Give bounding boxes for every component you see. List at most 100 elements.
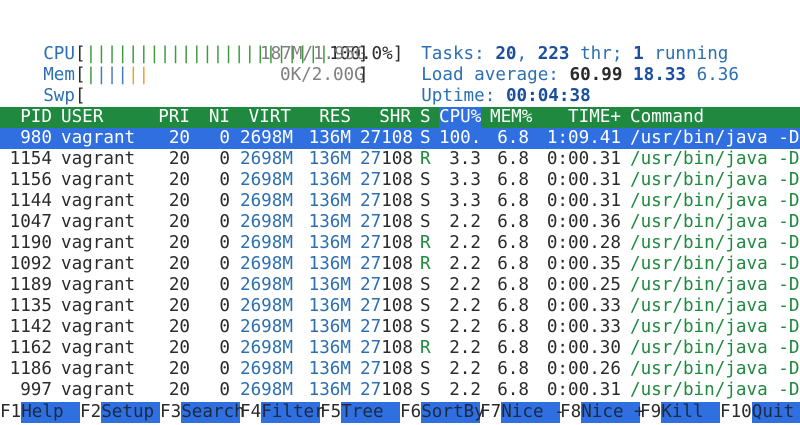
cell-ni: 0 xyxy=(219,359,230,379)
function-key-f1: F1 xyxy=(0,402,22,422)
swap-meter-open-bracket: [ xyxy=(74,86,86,106)
function-key-f6: F6 xyxy=(400,402,422,422)
cell-shr: 27108 xyxy=(360,233,413,253)
cell-virt: 2698M xyxy=(240,317,293,337)
cpu-meter: CPU[|||||||||||||||||||||||100.0%] xyxy=(22,23,403,64)
cell-command: /usr/bin/java -Dj xyxy=(630,296,800,316)
cell-state: S xyxy=(420,191,431,211)
cell-mem: 6.8 xyxy=(497,317,529,337)
cell-pid: 1154 xyxy=(9,149,52,169)
cell-time: 0:00.33 xyxy=(546,296,621,316)
cell-command: /usr/bin/java -Dj xyxy=(630,359,800,379)
swap-meter: Swp[ 0K/2.00G ] xyxy=(22,65,369,106)
function-key-f8: F8 xyxy=(560,402,582,422)
cell-state: S xyxy=(420,275,431,295)
function-search-button[interactable]: Search xyxy=(181,402,245,423)
table-row[interactable]: 1162 vagrant 20 0 2698M 136M 2.2 6.8 0:00.30/usr… xyxy=(0,338,800,359)
cell-pri: 20 xyxy=(168,275,190,295)
cell-pid: 1162 xyxy=(9,338,52,358)
cell-pri: 20 xyxy=(168,170,190,190)
function-key-f9: F9 xyxy=(640,402,662,422)
cell-user: vagrant xyxy=(61,191,136,211)
cell-command: /usr/bin/java -Dj xyxy=(630,170,800,190)
cell-mem: 6.8 xyxy=(497,170,529,190)
cell-ni: 0 xyxy=(219,317,230,337)
cell-shr: 27108 xyxy=(360,317,413,337)
column-header-pri[interactable]: PRI xyxy=(150,107,190,128)
function-quit-button[interactable]: Quit xyxy=(751,402,800,423)
cell-pid: 1142 xyxy=(9,317,52,337)
function-setup-button[interactable]: Setup xyxy=(101,402,160,423)
column-header-mem[interactable]: MEM% xyxy=(490,107,532,128)
table-row-selected[interactable]: 980 vagrant 20 0 2698M 136M 100. 6.8 1:09.41/usr… xyxy=(0,128,800,149)
cell-mem: 6.8 xyxy=(497,359,529,379)
function-nice-button[interactable]: Nice - xyxy=(501,402,565,423)
column-header-time[interactable]: TIME+ xyxy=(540,107,621,128)
cell-shr: 27108 xyxy=(360,296,413,316)
cell-shr: 27108 xyxy=(360,380,413,400)
table-row[interactable]: 1154 vagrant 20 0 2698M 136M 3.3 6.8 0:00.31/usr… xyxy=(0,149,800,170)
table-row[interactable]: 997 vagrant 20 0 2698M 136M 2.2 6.8 0:00.31/usr/… xyxy=(0,380,800,401)
column-header-command[interactable]: Command xyxy=(630,107,704,128)
cell-pri: 20 xyxy=(168,317,190,337)
column-header-user[interactable]: USER xyxy=(61,107,103,128)
column-header-shr[interactable]: SHR xyxy=(360,107,411,128)
cell-user: vagrant xyxy=(61,233,136,253)
cell-time: 0:00.28 xyxy=(546,233,621,253)
table-row[interactable]: 1189 vagrant 20 0 2698M 136M 2.2 6.8 0:00.25/usr… xyxy=(0,275,800,296)
cell-command: /usr/bin/java -Dj xyxy=(630,233,800,253)
function-key-bar: F1 Help F2 Setup F3 Search F4 Filter F5 Tree F6 Sor… xyxy=(0,402,800,425)
cell-state: S xyxy=(420,380,431,400)
cell-virt: 2698M xyxy=(240,170,293,190)
swap-meter-close-bracket: ] xyxy=(358,65,369,85)
function-sortby-button[interactable]: SortBy xyxy=(421,402,485,423)
table-row[interactable]: 1047 vagrant 20 0 2698M 136M 2.2 6.8 0:00.36/usr… xyxy=(0,212,800,233)
cell-virt: 2698M xyxy=(240,191,293,211)
cell-virt: 2698M xyxy=(240,275,293,295)
tasks-summary: Tasks: 20, 223 thr; 1 running xyxy=(400,23,728,64)
cell-user: vagrant xyxy=(61,380,136,400)
table-row[interactable]: 1156 vagrant 20 0 2698M 136M 3.3 6.8 0:00.31/usr… xyxy=(0,170,800,191)
cell-pri: 20 xyxy=(168,212,190,232)
column-header-pid[interactable]: PID xyxy=(0,107,52,128)
cell-pri: 20 xyxy=(168,149,190,169)
function-help-button[interactable]: Help xyxy=(21,402,80,423)
column-header-res[interactable]: RES xyxy=(300,107,351,128)
cell-res: 136M xyxy=(308,128,351,148)
table-row[interactable]: 1092 vagrant 20 0 2698M 136M 2.2 6.8 0:00.35/usr… xyxy=(0,254,800,275)
cell-virt: 2698M xyxy=(240,233,293,253)
cell-res: 136M xyxy=(308,254,351,274)
table-row[interactable]: 1142 vagrant 20 0 2698M 136M 2.2 6.8 0:00.33/usr… xyxy=(0,317,800,338)
cell-state: S xyxy=(420,212,431,232)
function-kill-button[interactable]: Kill xyxy=(661,402,720,423)
cell-ni: 0 xyxy=(219,338,230,358)
cell-mem: 6.8 xyxy=(497,128,529,148)
function-filter-button[interactable]: Filter xyxy=(261,402,325,423)
cell-pid: 1186 xyxy=(9,359,52,379)
cell-time: 1:09.41 xyxy=(546,128,621,148)
cell-pri: 20 xyxy=(168,254,190,274)
column-header-virt[interactable]: VIRT xyxy=(240,107,291,128)
cell-cpu: 100. xyxy=(439,128,482,148)
cell-mem: 6.8 xyxy=(497,149,529,169)
table-row[interactable]: 1186 vagrant 20 0 2698M 136M 2.2 6.8 0:00.26/usr… xyxy=(0,359,800,380)
column-header-state[interactable]: S xyxy=(420,107,431,128)
cell-res: 136M xyxy=(308,170,351,190)
cell-res: 136M xyxy=(308,191,351,211)
cell-time: 0:00.25 xyxy=(546,275,621,295)
function-key-f4: F4 xyxy=(240,402,262,422)
column-header-ni[interactable]: NI xyxy=(200,107,230,128)
cell-command: /usr/bin/java -Dj xyxy=(630,128,800,148)
function-tree-button[interactable]: Tree xyxy=(341,402,400,423)
cell-user: vagrant xyxy=(61,254,136,274)
function-nice-button[interactable]: Nice + xyxy=(581,402,645,423)
cell-cpu: 2.2 xyxy=(449,359,481,379)
column-header-cpu-sorted[interactable]: CPU% xyxy=(439,107,481,128)
cell-shr: 27108 xyxy=(360,212,413,232)
table-row[interactable]: 1144 vagrant 20 0 2698M 136M 3.3 6.8 0:00.31/usr… xyxy=(0,191,800,212)
cell-mem: 6.8 xyxy=(497,233,529,253)
cell-res: 136M xyxy=(308,233,351,253)
table-row[interactable]: 1190 vagrant 20 0 2698M 136M 2.2 6.8 0:00.28/usr… xyxy=(0,233,800,254)
table-row[interactable]: 1135 vagrant 20 0 2698M 136M 2.2 6.8 0:00.33/usr… xyxy=(0,296,800,317)
cell-pri: 20 xyxy=(168,338,190,358)
